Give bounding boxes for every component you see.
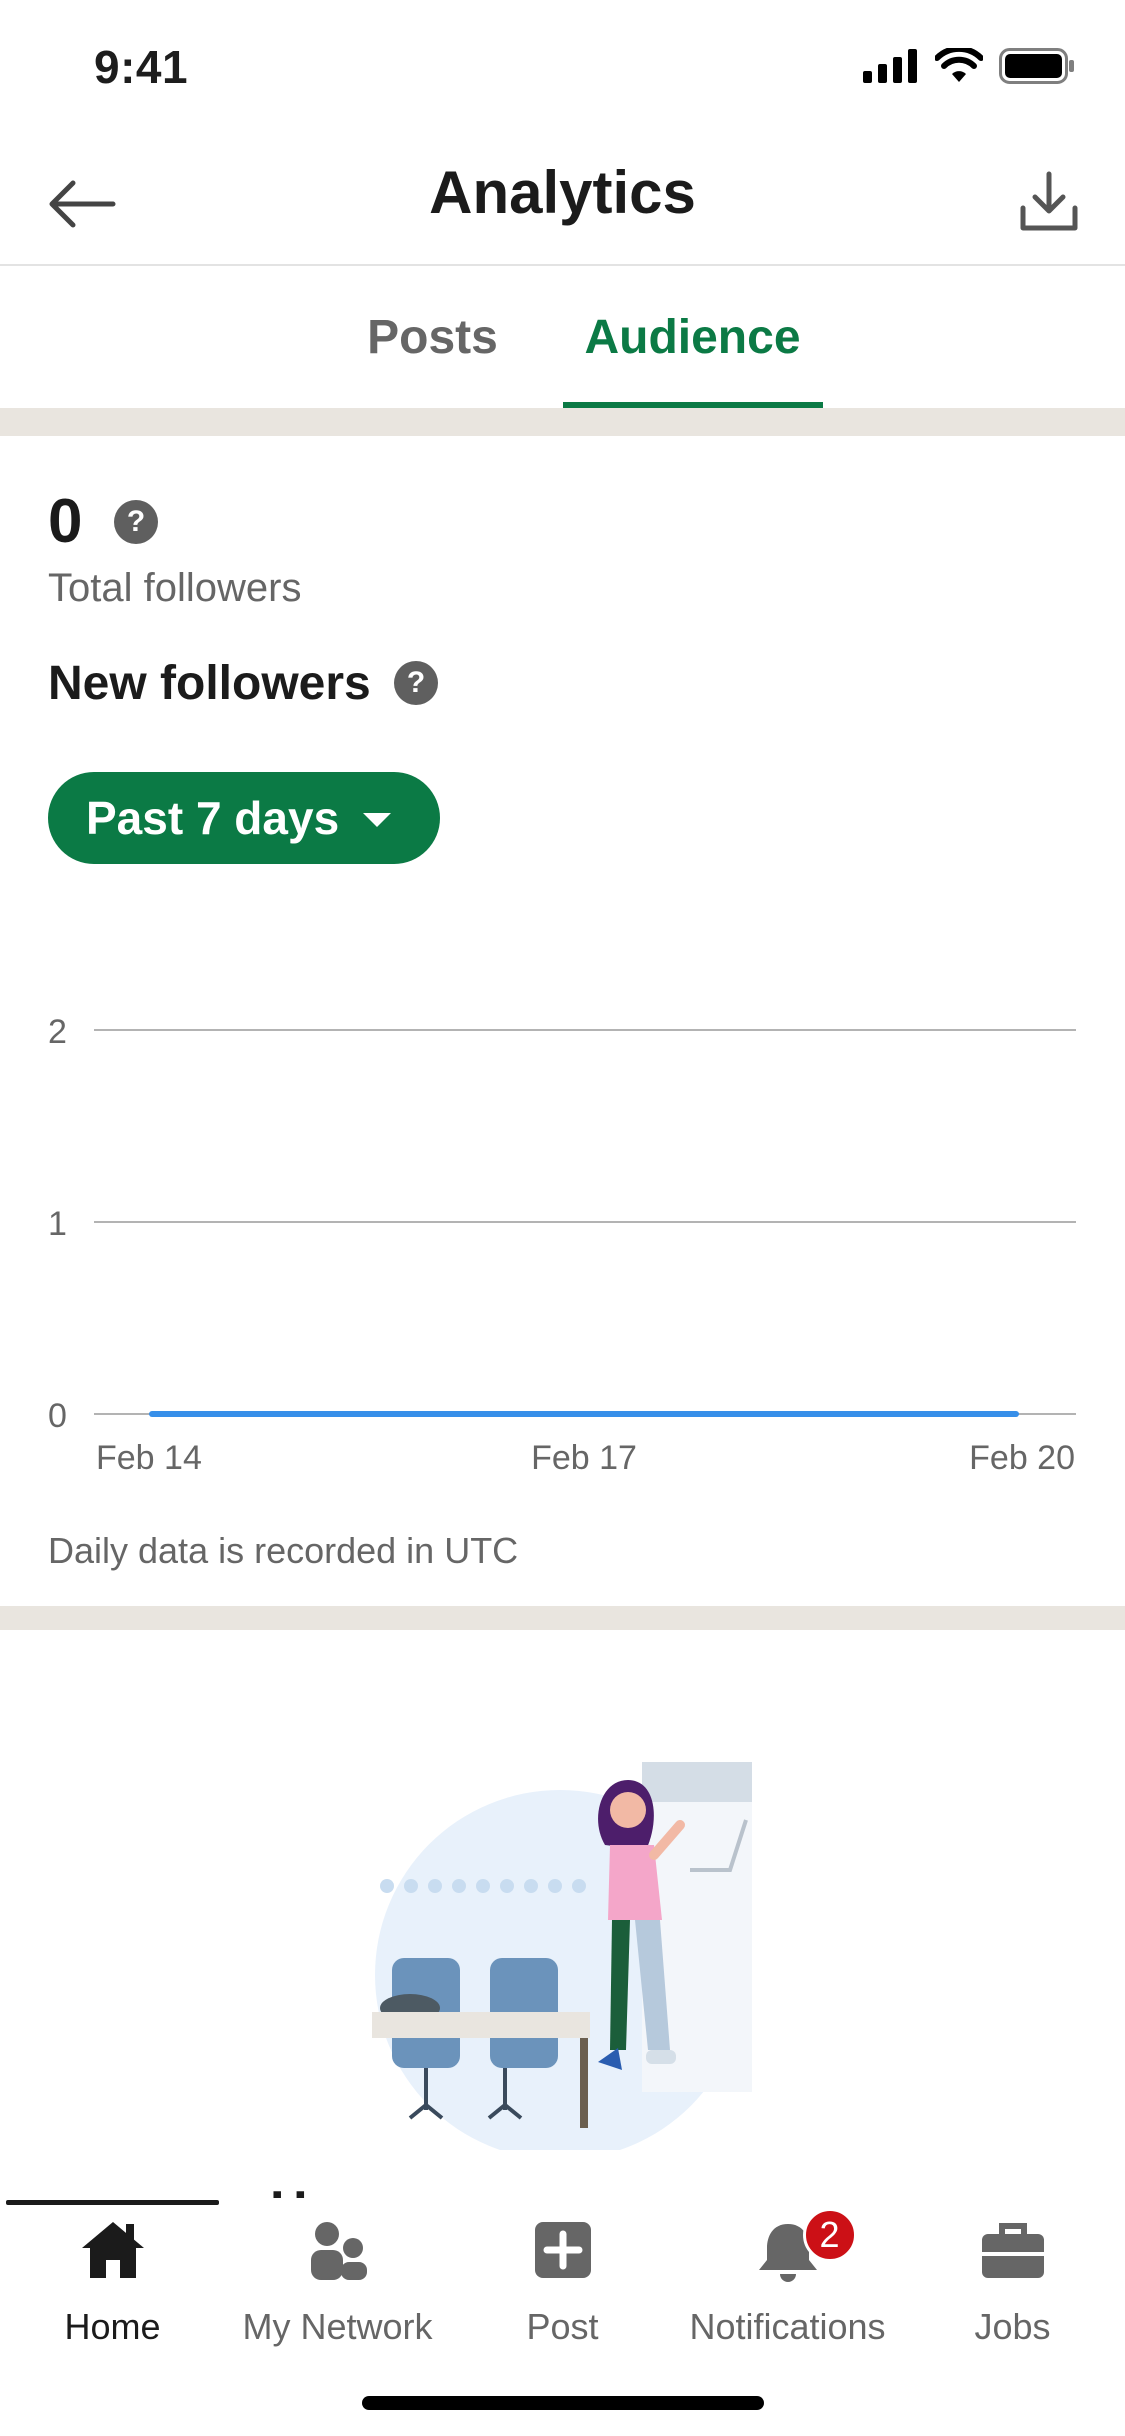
download-icon [1020, 171, 1078, 231]
bell-icon: 2 [753, 2208, 857, 2290]
new-followers-title: New followers [48, 657, 371, 710]
tab-audience[interactable]: Audience [562, 266, 823, 408]
page-title: Analytics [429, 159, 696, 226]
help-icon[interactable]: ? [114, 500, 158, 544]
y-tick-label: 1 [48, 1205, 67, 1243]
wifi-icon [935, 48, 983, 82]
download-button[interactable] [1009, 162, 1089, 242]
x-tick-label: Feb 17 [531, 1439, 637, 1477]
help-icon[interactable]: ? [394, 661, 438, 705]
followers-chart: 0 1 2 Feb 14 Feb 17 Feb 20 [48, 1013, 1076, 1477]
notification-badge: 2 [802, 2208, 857, 2262]
date-range-dropdown[interactable]: Past 7 days [48, 772, 440, 864]
tab-bar: Posts Audience [0, 266, 1125, 408]
empty-state-illustration [372, 1762, 752, 2150]
x-tick-label: Feb 20 [969, 1439, 1075, 1477]
home-indicator [362, 2396, 764, 2410]
signal-icon [863, 49, 917, 83]
total-followers-value: 0 [48, 487, 83, 556]
status-bar: 9:41 [0, 0, 1125, 140]
briefcase-icon [978, 2210, 1048, 2290]
plus-square-icon [531, 2210, 595, 2290]
caret-down-icon [363, 813, 392, 827]
date-range-label: Past 7 days [86, 792, 340, 844]
tab-posts[interactable]: Posts [303, 266, 563, 408]
section-divider [0, 1606, 1125, 1630]
nav-home[interactable]: Home [0, 2200, 225, 2370]
status-time: 9:41 [94, 41, 189, 93]
nav-label: Notifications [689, 2306, 886, 2347]
total-followers-label: Total followers [48, 566, 302, 610]
nav-label: Post [526, 2306, 599, 2347]
nav-notifications[interactable]: 2 Notifications [675, 2200, 900, 2370]
nav-my-network[interactable]: My Network [225, 2200, 450, 2370]
y-tick-label: 2 [48, 1013, 67, 1051]
people-icon [303, 2210, 373, 2290]
nav-label: Home [64, 2306, 161, 2347]
y-tick-label: 0 [48, 1397, 67, 1435]
status-icons [863, 48, 1075, 84]
chart-note: Daily data is recorded in UTC [48, 1530, 519, 1571]
nav-jobs[interactable]: Jobs [900, 2200, 1125, 2370]
nav-label: My Network [242, 2306, 433, 2347]
nav-label: Jobs [974, 2306, 1051, 2347]
nav-post[interactable]: Post [450, 2200, 675, 2370]
x-tick-label: Feb 14 [96, 1439, 202, 1477]
section-divider [0, 408, 1125, 436]
header: Analytics [0, 140, 1125, 266]
battery-icon [999, 48, 1074, 84]
home-icon [78, 2210, 148, 2290]
